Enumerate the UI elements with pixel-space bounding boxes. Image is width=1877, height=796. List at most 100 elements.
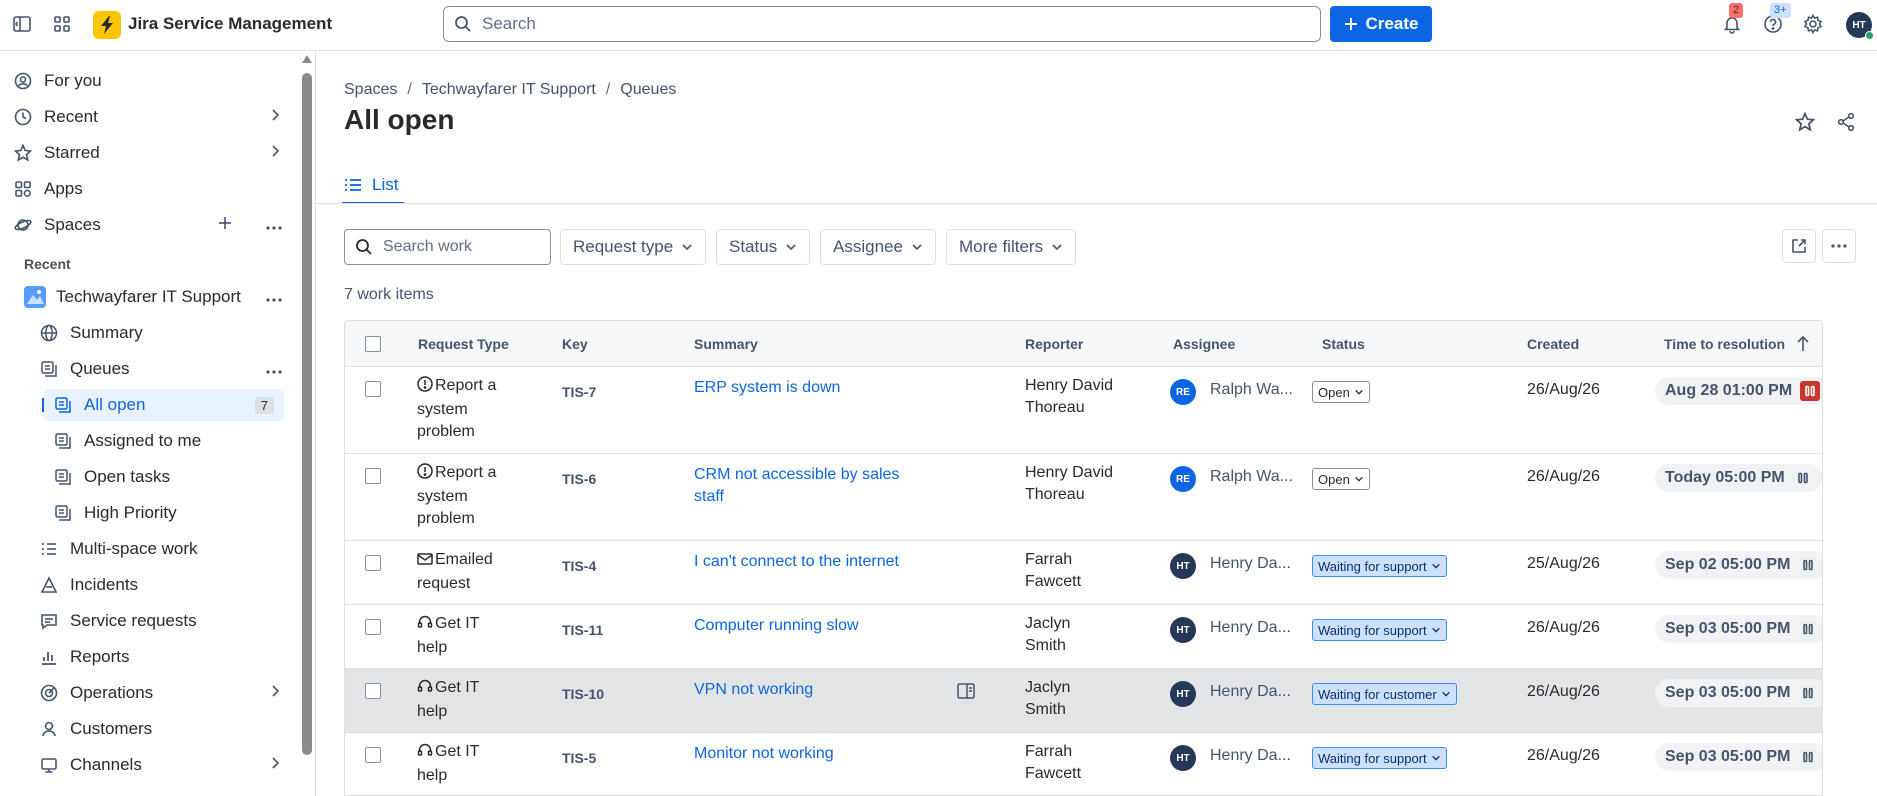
summary-link[interactable]: Monitor not working	[694, 743, 934, 765]
sidebar-item-starred[interactable]: Starred	[12, 137, 282, 169]
status-dropdown[interactable]: Waiting for support	[1312, 747, 1447, 769]
summary-link[interactable]: VPN not working	[694, 679, 934, 701]
status-filter[interactable]: Status	[716, 229, 811, 265]
more-actions-button[interactable]	[1822, 229, 1856, 263]
column-header-status[interactable]: Status	[1322, 336, 1365, 352]
assignee-avatar[interactable]: HT	[1170, 681, 1196, 707]
search-work-input[interactable]: Search work	[344, 229, 551, 265]
row-checkbox[interactable]	[365, 683, 381, 699]
sidebar-item-service-requests[interactable]: Service requests	[38, 605, 282, 637]
table-row[interactable]: Get IT help TIS-11 Computer running slow…	[345, 605, 1822, 669]
sidebar-item-summary[interactable]: Summary	[38, 317, 282, 349]
chevron-right-icon[interactable]	[268, 143, 282, 163]
global-search-input[interactable]: Search	[443, 6, 1321, 42]
column-header-reporter[interactable]: Reporter	[1025, 336, 1083, 352]
key-cell[interactable]: TIS-6	[562, 468, 596, 490]
column-header-time-to-resolution[interactable]: Time to resolution	[1664, 336, 1785, 352]
scroll-up-icon[interactable]	[302, 55, 312, 63]
column-header-request-type[interactable]: Request Type	[418, 336, 509, 352]
sidebar-item-label: Queues	[70, 359, 130, 378]
status-dropdown[interactable]: Waiting for customer	[1312, 683, 1457, 705]
top-navigation: Jira Service Management Search Create 2 …	[0, 0, 1877, 51]
key-cell[interactable]: TIS-5	[562, 747, 596, 769]
share-icon[interactable]	[1836, 112, 1856, 137]
row-checkbox[interactable]	[365, 747, 381, 763]
sidebar-item-multi-space-work[interactable]: Multi-space work	[38, 533, 282, 565]
sidebar-scroll-thumb[interactable]	[302, 73, 312, 755]
table-row[interactable]: Get IT help TIS-5 Monitor not working Fa…	[345, 733, 1822, 795]
queue-item-assigned-to-me[interactable]: Assigned to me	[52, 425, 282, 457]
star-icon[interactable]	[1794, 111, 1816, 137]
assignee-avatar[interactable]: RE	[1170, 379, 1196, 405]
breadcrumb-space[interactable]: Techwayfarer IT Support	[422, 81, 596, 99]
chevron-right-icon[interactable]	[268, 755, 282, 775]
open-side-panel-icon[interactable]	[957, 683, 975, 699]
space-techwayfarer[interactable]: Techwayfarer IT Support	[24, 281, 282, 313]
chevron-right-icon[interactable]	[268, 107, 282, 127]
assignee-avatar[interactable]: RE	[1170, 466, 1196, 492]
jira-logo-icon[interactable]	[93, 11, 121, 39]
assignee-filter[interactable]: Assignee	[820, 229, 936, 265]
sidebar-item-apps[interactable]: Apps	[12, 173, 282, 205]
request-type-cell: Report a system problem	[417, 463, 497, 527]
queue-item-high-priority[interactable]: High Priority	[52, 497, 282, 529]
queue-item-open-tasks[interactable]: Open tasks	[52, 461, 282, 493]
table-row[interactable]: Get IT help TIS-10 VPN not working Jacly…	[345, 669, 1822, 733]
status-dropdown[interactable]: Waiting for support	[1312, 555, 1447, 577]
status-dropdown[interactable]: Open	[1312, 468, 1370, 490]
sidebar-item-reports[interactable]: Reports	[38, 641, 282, 673]
column-header-assignee[interactable]: Assignee	[1173, 336, 1235, 352]
table-row[interactable]: Emailed request TIS-4 I can't connect to…	[345, 541, 1822, 605]
more-options-icon[interactable]	[266, 287, 282, 307]
column-header-summary[interactable]: Summary	[694, 336, 758, 352]
select-all-checkbox[interactable]	[365, 336, 381, 352]
breadcrumb-spaces[interactable]: Spaces	[344, 81, 397, 99]
export-button[interactable]	[1782, 229, 1816, 263]
sidebar-item-incidents[interactable]: Incidents	[38, 569, 282, 601]
sidebar-item-operations[interactable]: Operations	[38, 677, 282, 709]
sidebar-item-queues[interactable]: Queues	[38, 353, 282, 385]
assignee-avatar[interactable]: HT	[1170, 617, 1196, 643]
tab-list[interactable]: List	[344, 175, 398, 195]
status-dropdown[interactable]: Open	[1312, 381, 1370, 403]
assignee-avatar[interactable]: HT	[1170, 745, 1196, 771]
sidebar-item-customers[interactable]: Customers	[38, 713, 282, 745]
request-type-filter[interactable]: Request type	[560, 229, 707, 265]
sidebar-item-channels[interactable]: Channels	[38, 749, 282, 781]
summary-link[interactable]: I can't connect to the internet	[694, 551, 954, 573]
chevron-down-icon	[786, 244, 796, 251]
table-row[interactable]: Report a system problem TIS-7 ERP system…	[345, 367, 1822, 454]
column-header-key[interactable]: Key	[562, 336, 588, 352]
summary-link[interactable]: Computer running slow	[694, 615, 934, 637]
breadcrumb-queues[interactable]: Queues	[620, 81, 676, 99]
sidebar-item-for-you[interactable]: For you	[12, 65, 282, 97]
table-row[interactable]: Report a system problem TIS-6 CRM not ac…	[345, 454, 1822, 541]
status-dropdown[interactable]: Waiting for support	[1312, 619, 1447, 641]
row-checkbox[interactable]	[365, 468, 381, 484]
key-cell[interactable]: TIS-7	[562, 381, 596, 403]
summary-link[interactable]: CRM not accessible by sales staff	[694, 464, 924, 508]
assignee-avatar[interactable]: HT	[1170, 553, 1196, 579]
row-checkbox[interactable]	[365, 555, 381, 571]
settings-gear-icon[interactable]	[1801, 12, 1825, 36]
app-title[interactable]: Jira Service Management	[128, 14, 332, 34]
row-checkbox[interactable]	[365, 381, 381, 397]
key-cell[interactable]: TIS-11	[562, 619, 603, 641]
sidebar-toggle-icon[interactable]	[10, 12, 34, 36]
sort-ascending-icon[interactable]	[1796, 335, 1810, 353]
more-options-icon[interactable]	[266, 359, 282, 379]
summary-link[interactable]: ERP system is down	[694, 377, 934, 399]
column-header-created[interactable]: Created	[1527, 336, 1579, 352]
add-space-icon[interactable]	[218, 215, 232, 235]
chevron-right-icon[interactable]	[268, 683, 282, 703]
create-button[interactable]: Create	[1330, 6, 1432, 42]
app-switcher-icon[interactable]	[50, 12, 74, 36]
sidebar-item-spaces[interactable]: Spaces	[12, 209, 282, 241]
more-options-icon[interactable]	[266, 215, 282, 235]
key-cell[interactable]: TIS-4	[562, 555, 596, 577]
queue-item-all-open[interactable]: All open 7	[42, 389, 284, 421]
row-checkbox[interactable]	[365, 619, 381, 635]
key-cell[interactable]: TIS-10	[562, 683, 604, 705]
more-filters-button[interactable]: More filters	[946, 229, 1077, 265]
sidebar-item-recent[interactable]: Recent	[12, 101, 282, 133]
